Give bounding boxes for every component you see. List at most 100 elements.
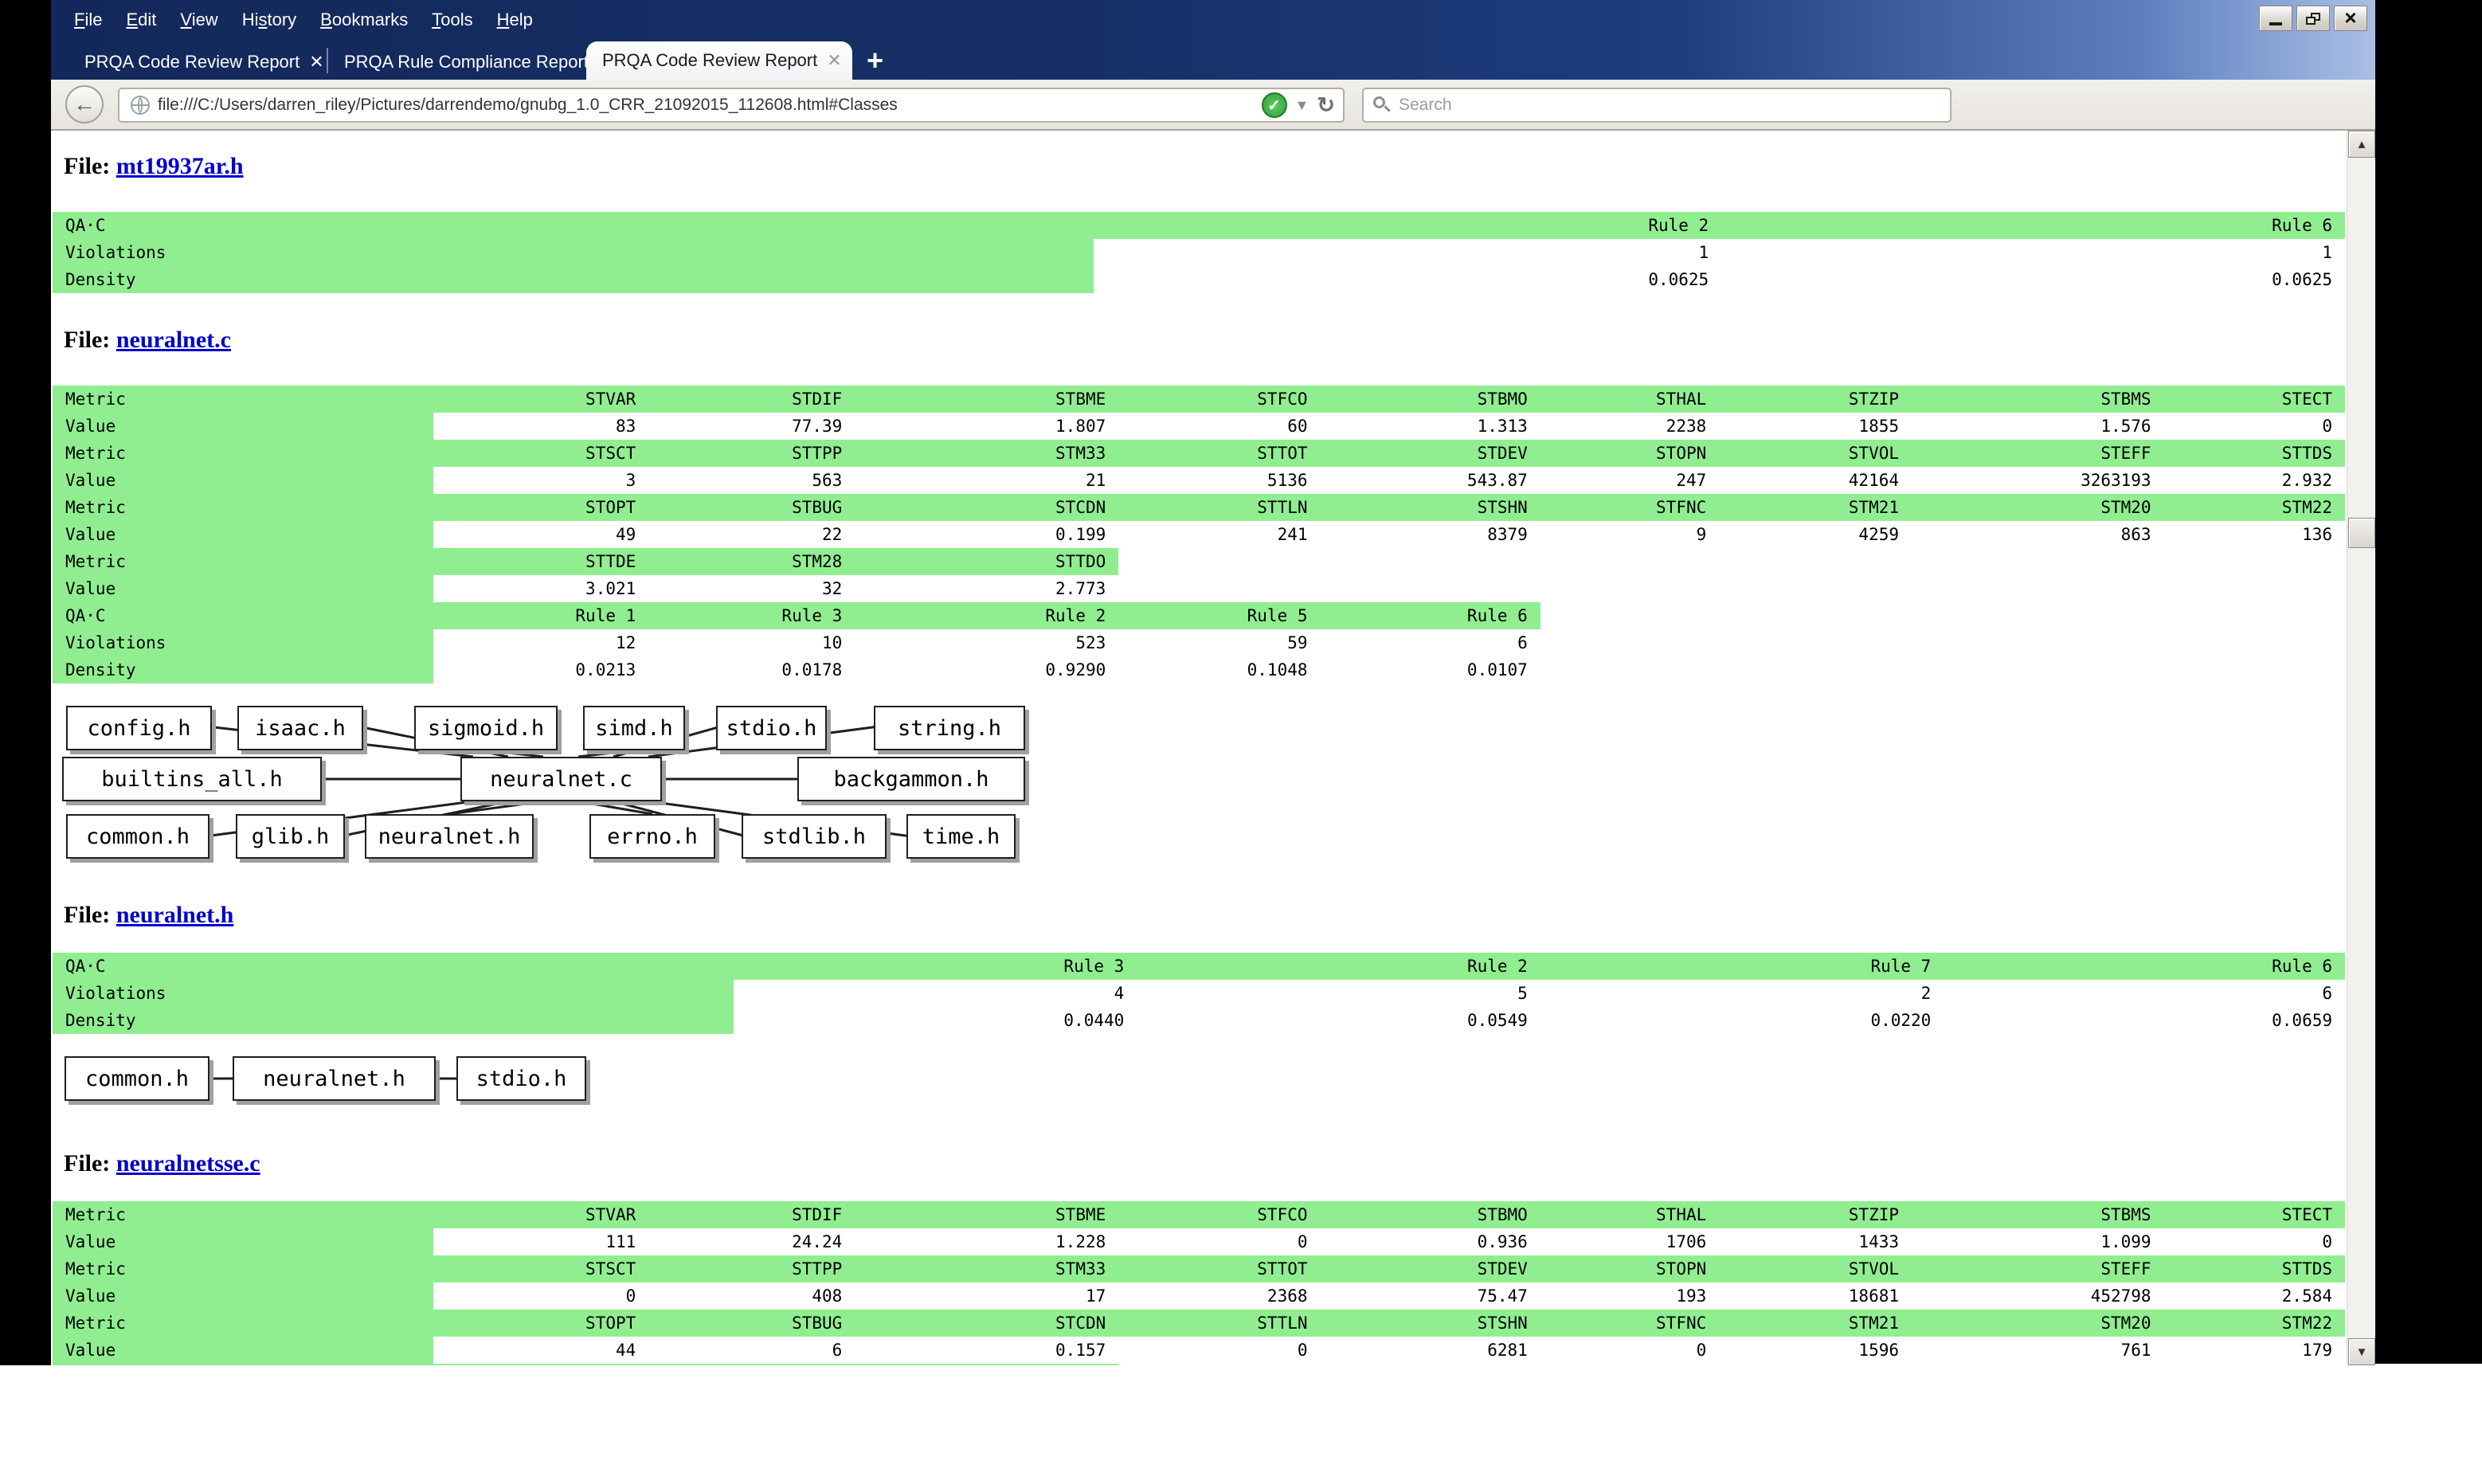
value-cell: 0.0659 xyxy=(1944,1007,2345,1034)
table-row: Value3.021322.773 xyxy=(53,575,2345,602)
metrics-table: QA·CRule 3Rule 2Rule 7Rule 6Violations45… xyxy=(53,953,2345,1034)
metrics-table: QA·CRule 2Rule 6Violations11Density0.062… xyxy=(53,212,2345,293)
column-header-cell: STBMO xyxy=(1321,386,1540,413)
column-header-cell: STZIP xyxy=(1719,1201,1912,1228)
table-row: MetricSTVARSTDIFSTBMESTFCOSTBMOSTHALSTZI… xyxy=(53,1201,2345,1228)
value-cell: 42164 xyxy=(1719,467,1912,494)
menu-item-view[interactable]: View xyxy=(168,5,229,35)
minimize-icon xyxy=(2269,22,2282,25)
empty-cell xyxy=(1321,1364,1540,1365)
value-cell: 0.157 xyxy=(855,1337,1118,1364)
empty-cell xyxy=(1719,629,1912,656)
value-cell: 12 xyxy=(433,629,649,656)
column-header-cell: Rule 7 xyxy=(1540,953,1944,980)
file-link[interactable]: mt19937ar.h xyxy=(116,153,244,179)
table-row: Value8377.391.807601.313223818551.5760 xyxy=(53,413,2345,440)
extension-check-icon[interactable]: ✓ xyxy=(1262,92,1287,118)
back-button[interactable]: ← xyxy=(65,85,104,123)
column-header-cell: STBMS xyxy=(1912,386,2164,413)
column-header-cell: STFCO xyxy=(1118,386,1320,413)
table-row: QA·CRule 1Rule 3Rule 2Rule 5Rule 6 xyxy=(53,602,2345,629)
row-label: Violations xyxy=(53,629,433,656)
menu-item-tools[interactable]: Tools xyxy=(420,5,484,35)
minimize-button[interactable] xyxy=(2259,6,2292,31)
empty-cell xyxy=(1540,656,1719,683)
file-link[interactable]: neuralnet.c xyxy=(116,327,231,353)
value-cell: 0.9290 xyxy=(855,656,1118,683)
scroll-down-button[interactable]: ▼ xyxy=(2348,1338,2375,1365)
column-header-cell: STDIF xyxy=(648,386,855,413)
table-row: Density0.02130.01780.92900.10480.0107 xyxy=(53,656,2345,683)
column-header-cell: STFCO xyxy=(1118,1201,1320,1228)
graph-node: time.h xyxy=(906,814,1016,859)
new-tab-button[interactable]: + xyxy=(867,46,883,75)
column-header-cell: STM21 xyxy=(1719,1310,1912,1337)
graph-node: common.h xyxy=(66,814,209,859)
tab-close-icon[interactable]: ✕ xyxy=(817,50,841,71)
menu-item-file[interactable]: File xyxy=(62,5,114,35)
tab-1[interactable]: PRQA Code Review Report✕ xyxy=(69,45,327,80)
value-cell: 247 xyxy=(1540,467,1719,494)
tab-3[interactable]: PRQA Code Review Report✕ xyxy=(586,41,852,80)
file-link[interactable]: neuralnet.h xyxy=(116,902,234,928)
value-cell: 543.87 xyxy=(1321,467,1540,494)
close-button[interactable]: × xyxy=(2334,6,2367,31)
menu-item-help[interactable]: Help xyxy=(485,5,545,35)
menu-item-bookmarks[interactable]: Bookmarks xyxy=(308,5,420,35)
value-cell: 0 xyxy=(2164,413,2345,440)
tab-2[interactable]: PRQA Rule Compliance Report✕ xyxy=(328,45,586,80)
empty-cell xyxy=(1719,548,1912,575)
value-cell: 32 xyxy=(648,575,855,602)
column-header-cell: Rule 2 xyxy=(1137,953,1540,980)
column-header-cell: STM28 xyxy=(648,1364,855,1365)
menu-item-edit[interactable]: Edit xyxy=(114,5,168,35)
menu-item-history[interactable]: History xyxy=(230,5,308,35)
search-box[interactable] xyxy=(1362,88,1952,123)
table-row: MetricSTOPTSTBUGSTCDNSTTLNSTSHNSTFNCSTM2… xyxy=(53,494,2345,521)
file-link[interactable]: neuralnetsse.c xyxy=(116,1150,260,1177)
value-cell: 0 xyxy=(1118,1228,1320,1255)
scroll-up-button[interactable]: ▲ xyxy=(2348,131,2375,158)
include-graph: config.hisaac.hsigmoid.hsimd.hstdio.hstr… xyxy=(51,695,1055,867)
url-text: file:///C:/Users/darren_riley/Pictures/d… xyxy=(158,96,1262,115)
value-cell: 563 xyxy=(648,467,855,494)
row-label: QA·C xyxy=(53,953,734,980)
value-cell: 0.0625 xyxy=(1721,266,2345,293)
value-cell: 3.021 xyxy=(433,575,649,602)
row-label: QA·C xyxy=(53,212,1094,239)
value-cell: 0.0625 xyxy=(1094,266,1722,293)
empty-cell xyxy=(2164,602,2345,629)
value-cell: 0 xyxy=(433,1282,649,1310)
empty-cell xyxy=(1719,656,1912,683)
value-cell: 0.0107 xyxy=(1321,656,1540,683)
tab-close-icon[interactable]: ✕ xyxy=(299,52,323,72)
column-header-cell: STTPP xyxy=(648,1255,855,1282)
graph-node: errno.h xyxy=(589,814,715,859)
value-cell: 1.099 xyxy=(1912,1228,2164,1255)
column-header-cell: STVOL xyxy=(1719,440,1912,467)
row-label: Value xyxy=(53,1337,433,1364)
reload-icon[interactable]: ↻ xyxy=(1317,93,1335,118)
column-header-cell: STOPT xyxy=(433,1310,649,1337)
scrollbar-thumb[interactable] xyxy=(2348,518,2375,548)
row-label: Metric xyxy=(53,1201,433,1228)
column-header-cell: STBUG xyxy=(648,494,855,521)
vertical-scrollbar[interactable]: ▲ ▼ xyxy=(2347,131,2375,1365)
empty-cell xyxy=(1912,548,2164,575)
value-cell: 21 xyxy=(855,467,1118,494)
chevron-down-icon[interactable]: ▼ xyxy=(1295,97,1310,114)
column-header-cell: Rule 1 xyxy=(433,602,649,629)
empty-cell xyxy=(1321,548,1540,575)
url-bar[interactable]: file:///C:/Users/darren_riley/Pictures/d… xyxy=(118,88,1345,123)
value-cell: 2368 xyxy=(1118,1282,1320,1310)
value-cell: 3263193 xyxy=(1912,467,2164,494)
graph-node: string.h xyxy=(874,706,1025,750)
column-header-cell: STCDN xyxy=(855,1310,1118,1337)
empty-cell xyxy=(1719,1364,1912,1365)
browser-window: FileEditViewHistoryBookmarksToolsHelp × … xyxy=(51,0,2375,1365)
row-label: Value xyxy=(53,521,433,548)
value-cell: 2.773 xyxy=(855,575,1118,602)
restore-button[interactable] xyxy=(2296,6,2330,31)
search-input[interactable] xyxy=(1399,96,1940,115)
table-row: Violations11 xyxy=(53,239,2345,266)
